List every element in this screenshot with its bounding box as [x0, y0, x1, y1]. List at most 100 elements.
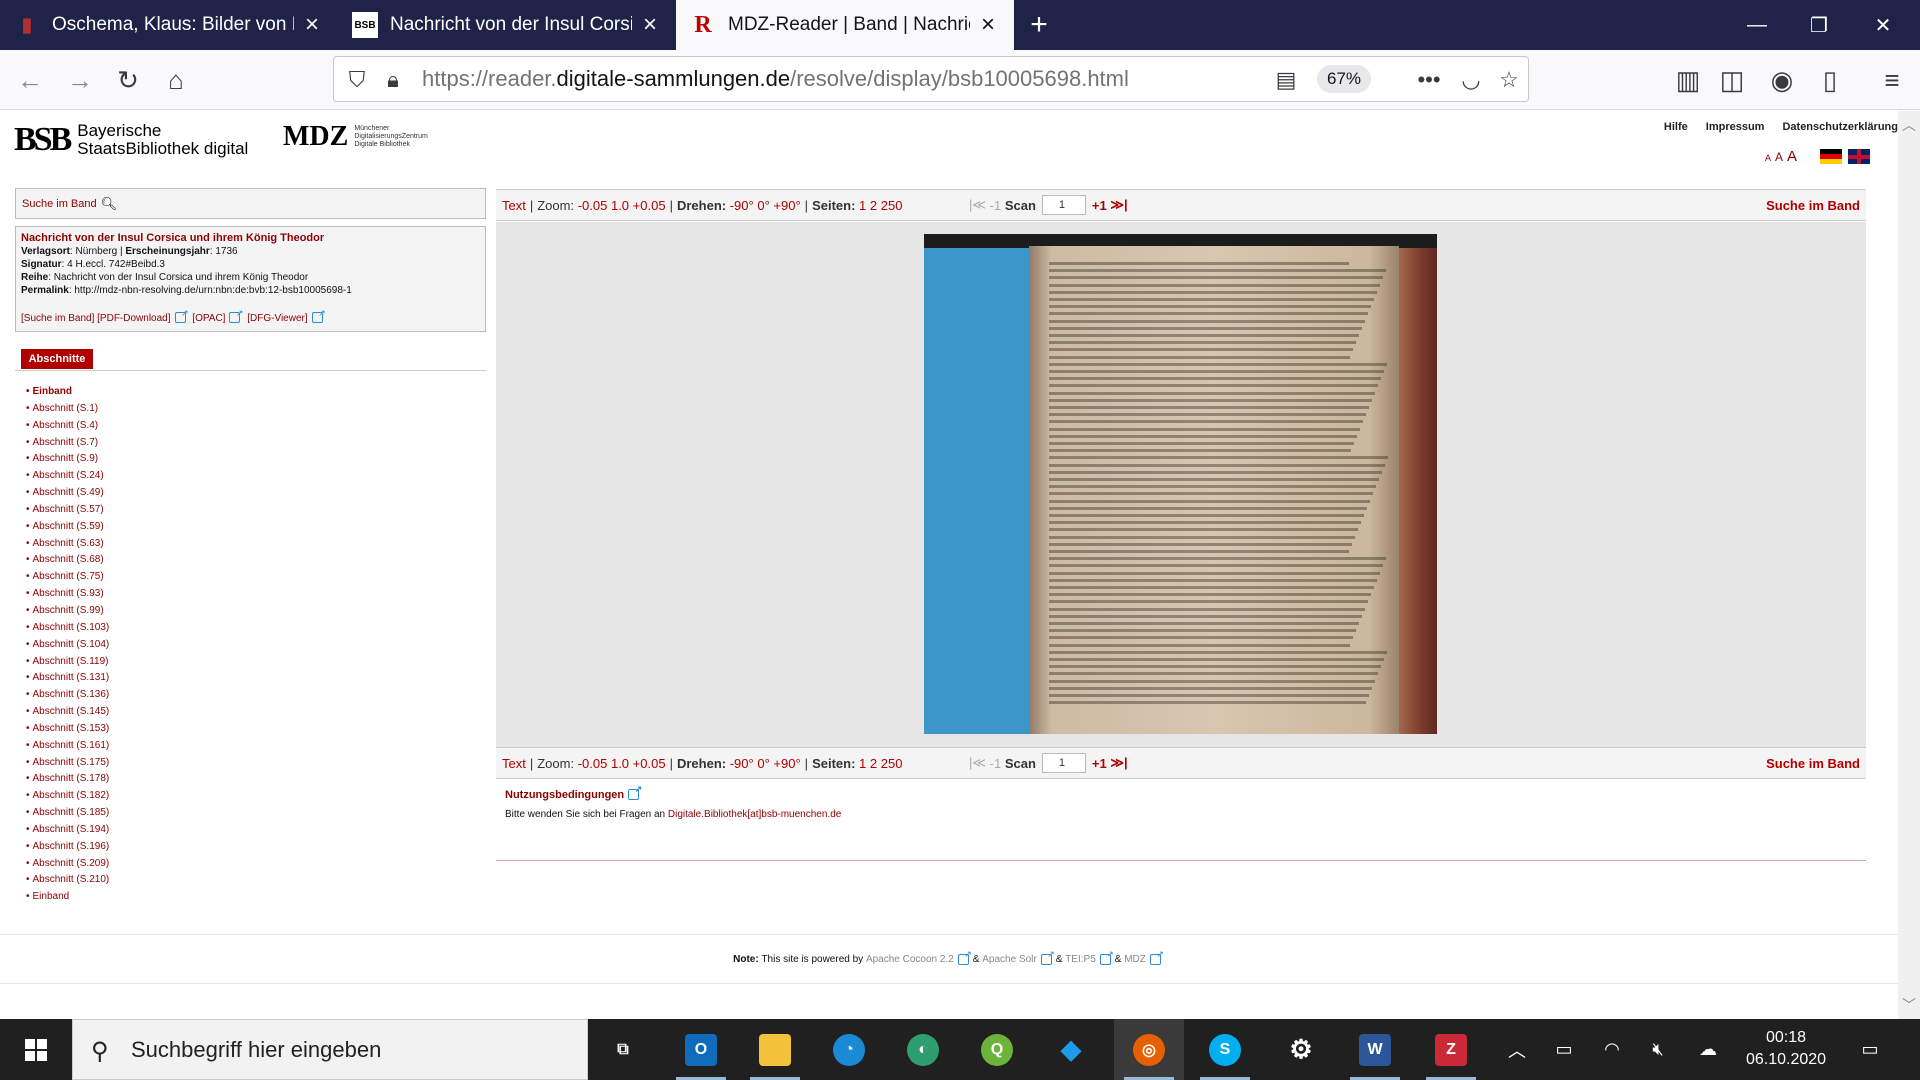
toc-item[interactable]: Abschnitt (S.194): [26, 822, 110, 839]
menu-icon[interactable]: ≡: [1872, 60, 1912, 100]
forward-button[interactable]: →: [60, 60, 100, 100]
scan-number-input[interactable]: 1: [1041, 195, 1086, 215]
font-size-large[interactable]: A: [1787, 148, 1797, 165]
taskbar-app-globe[interactable]: ◐: [888, 1019, 958, 1080]
search-in-volume-link[interactable]: Suche im Band: [1766, 198, 1860, 213]
toc-item[interactable]: Abschnitt (S.175): [26, 755, 110, 772]
help-link[interactable]: Hilfe: [1664, 121, 1688, 133]
taskbar-explorer[interactable]: [740, 1019, 810, 1080]
toc-item[interactable]: Einband: [26, 384, 109, 401]
pages-1-link[interactable]: 1: [859, 198, 866, 213]
mdz-logo[interactable]: MDZ Münchener DigitalisierungsZentrum Digi…: [283, 121, 428, 153]
toc-item[interactable]: Abschnitt (S.99): [26, 603, 109, 620]
rotate-reset-link[interactable]: 0°: [757, 756, 769, 771]
extension-icon[interactable]: ▯: [1810, 60, 1850, 100]
pages-250-link[interactable]: 250: [881, 198, 903, 213]
scroll-up-icon[interactable]: ︿: [1898, 115, 1920, 135]
close-icon[interactable]: ×: [638, 11, 662, 39]
restore-button[interactable]: ❐: [1788, 0, 1850, 50]
taskbar-clock[interactable]: 00:18 06.10.2020: [1736, 1027, 1836, 1071]
pages-250-link[interactable]: 250: [881, 756, 903, 771]
last-page-icon[interactable]: ≫|: [1110, 755, 1127, 771]
terms-link[interactable]: Nutzungsbedingungen: [505, 789, 624, 801]
dfg-viewer-link[interactable]: [DFG-Viewer]: [247, 313, 307, 324]
sidebar-search-toggle[interactable]: Suche im Band 🔍︎: [15, 188, 486, 219]
search-in-volume-link[interactable]: Suche im Band: [1766, 756, 1860, 771]
browser-tab[interactable]: ▮ Oschema, Klaus: Bilder von Eur ×: [0, 0, 338, 50]
font-size-small[interactable]: A: [1765, 153, 1771, 163]
taskbar-skype[interactable]: S: [1190, 1019, 1260, 1080]
shield-icon[interactable]: ⛉: [342, 65, 372, 95]
toc-item[interactable]: Abschnitt (S.7): [26, 435, 109, 452]
opac-link[interactable]: [OPAC]: [192, 313, 225, 324]
cloud-upload-icon[interactable]: ☁: [1690, 1019, 1726, 1080]
toc-item[interactable]: Abschnitt (S.93): [26, 586, 109, 603]
scanned-page-image[interactable]: [924, 234, 1437, 734]
reload-button[interactable]: ↻: [108, 60, 148, 100]
toc-item[interactable]: Abschnitt (S.196): [26, 839, 110, 856]
home-button[interactable]: ⌂: [156, 60, 196, 100]
browser-tab-active[interactable]: R MDZ-Reader | Band | Nachricht ×: [676, 0, 1014, 50]
rotate-left-link[interactable]: -90°: [730, 756, 754, 771]
taskbar-search-input[interactable]: ⚲ Suchbegriff hier eingeben: [72, 1019, 588, 1080]
close-icon[interactable]: ×: [976, 11, 1000, 39]
sidebar-icon[interactable]: ◫: [1712, 60, 1752, 100]
pages-1-link[interactable]: 1: [859, 756, 866, 771]
vertical-scrollbar[interactable]: ︿ ﹀: [1898, 111, 1920, 1019]
library-icon[interactable]: ▥: [1668, 60, 1708, 100]
notification-icon[interactable]: ▭: [1848, 1019, 1892, 1080]
english-flag-icon[interactable]: [1848, 149, 1870, 164]
account-icon[interactable]: ◉: [1762, 60, 1802, 100]
zoom-out-link[interactable]: -0.05: [578, 198, 608, 213]
search-in-volume-link[interactable]: [Suche im Band]: [21, 313, 94, 324]
pages-2-link[interactable]: 2: [870, 756, 877, 771]
tei-link[interactable]: TEI:P5: [1065, 954, 1096, 965]
toc-item[interactable]: Abschnitt (S.145): [26, 704, 110, 721]
taskbar-app-diamond[interactable]: ◆: [1036, 1019, 1106, 1080]
toc-item[interactable]: Abschnitt (S.161): [26, 738, 110, 755]
toc-item[interactable]: Abschnitt (S.153): [26, 721, 110, 738]
minimize-button[interactable]: —: [1726, 0, 1788, 50]
pocket-icon[interactable]: ◡: [1456, 65, 1486, 95]
toc-item[interactable]: Abschnitt (S.103): [26, 620, 110, 637]
contact-email-link[interactable]: Digitale.Bibliothek[at]bsb-muenchen.de: [668, 809, 841, 820]
text-link[interactable]: Text: [502, 756, 526, 771]
task-view-button[interactable]: ⧉: [588, 1019, 658, 1080]
toc-item[interactable]: Abschnitt (S.4): [26, 418, 109, 435]
taskbar-zotero[interactable]: Z: [1416, 1019, 1486, 1080]
lock-icon[interactable]: 🔒︎: [378, 65, 408, 95]
close-window-button[interactable]: ✕: [1852, 0, 1914, 50]
zoom-out-link[interactable]: -0.05: [578, 756, 608, 771]
toc-item[interactable]: Abschnitt (S.75): [26, 569, 109, 586]
tray-overflow-icon[interactable]: ︿: [1502, 1019, 1532, 1080]
rotate-reset-link[interactable]: 0°: [757, 198, 769, 213]
scan-number-input[interactable]: 1: [1041, 753, 1086, 773]
toc-item[interactable]: Abschnitt (S.68): [26, 552, 109, 569]
pages-2-link[interactable]: 2: [870, 198, 877, 213]
taskbar-word[interactable]: W: [1340, 1019, 1410, 1080]
back-button[interactable]: ←: [10, 60, 50, 100]
more-actions-icon[interactable]: •••: [1414, 65, 1444, 95]
browser-tab[interactable]: BSB Nachricht von der Insul Corsica ×: [338, 0, 676, 50]
imprint-link[interactable]: Impressum: [1706, 121, 1765, 133]
rotate-left-link[interactable]: -90°: [730, 198, 754, 213]
taskbar-qgis[interactable]: Q: [962, 1019, 1032, 1080]
font-size-medium[interactable]: A: [1775, 150, 1783, 164]
taskbar-outlook[interactable]: O: [666, 1019, 736, 1080]
toc-item[interactable]: Abschnitt (S.182): [26, 788, 110, 805]
zoom-reset-link[interactable]: 1.0: [611, 756, 629, 771]
toc-item[interactable]: Abschnitt (S.185): [26, 805, 110, 822]
last-page-icon[interactable]: ≫|: [1110, 197, 1127, 213]
solr-link[interactable]: Apache Solr: [982, 954, 1036, 965]
start-button[interactable]: [0, 1019, 72, 1080]
url-text[interactable]: https://reader.digitale-sammlungen.de/re…: [422, 66, 1129, 92]
toc-item[interactable]: Abschnitt (S.178): [26, 771, 110, 788]
taskbar-app-clock[interactable]: ◔: [814, 1019, 884, 1080]
toc-item[interactable]: Abschnitt (S.210): [26, 872, 110, 889]
toc-item[interactable]: Abschnitt (S.24): [26, 468, 109, 485]
toc-item[interactable]: Abschnitt (S.209): [26, 856, 110, 873]
sections-tab[interactable]: Abschnitte: [21, 349, 93, 369]
battery-icon[interactable]: ▭: [1546, 1019, 1582, 1080]
zoom-in-link[interactable]: +0.05: [633, 198, 666, 213]
bookmark-star-icon[interactable]: ☆: [1494, 65, 1524, 95]
